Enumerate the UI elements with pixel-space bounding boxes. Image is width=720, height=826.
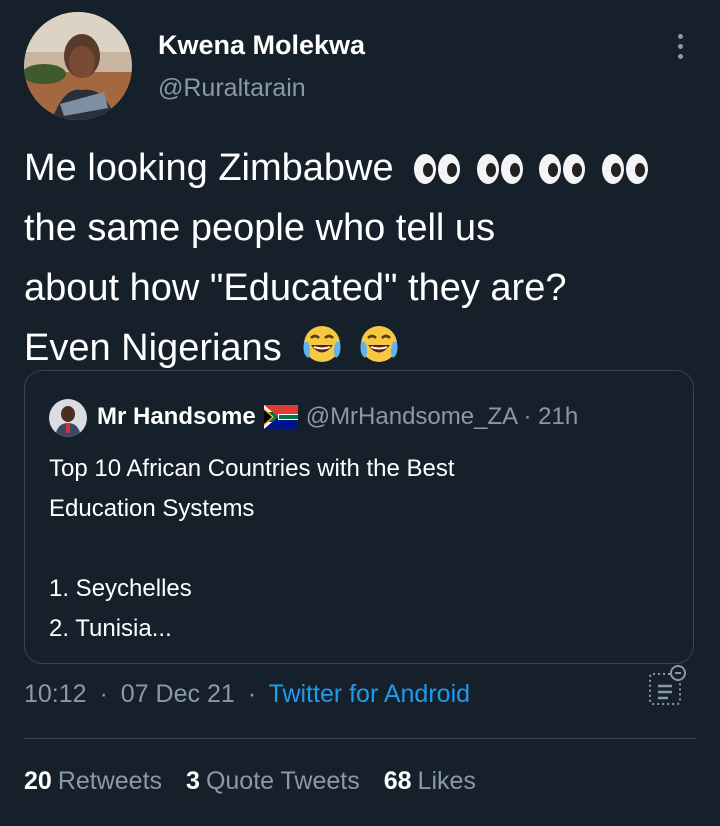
south-africa-flag-icon	[263, 405, 298, 429]
tweet-line-2: the same people who tell us	[24, 207, 496, 249]
eyes-icon	[414, 154, 461, 184]
author-avatar[interactable]	[24, 12, 132, 120]
tweet-source-link[interactable]: Twitter for Android	[269, 680, 470, 708]
stats-divider	[24, 738, 696, 739]
more-options-button[interactable]	[664, 28, 696, 64]
quoted-line-3	[49, 529, 669, 569]
more-dot-icon	[677, 53, 683, 59]
joy-icon	[303, 326, 341, 362]
retweets-label: Retweets	[57, 767, 163, 795]
quote-tweets-stat[interactable]: 3 Quote Tweets	[186, 767, 360, 796]
quote-tweets-count: 3	[186, 767, 200, 795]
tweet-text: Me looking Zimbabwe the same people who …	[24, 138, 704, 378]
quoted-line-5: 2. Tunisia...	[49, 615, 172, 642]
quoted-author-avatar[interactable]	[49, 399, 87, 437]
quoted-line-1: Top 10 African Countries with the Best	[49, 455, 455, 482]
joy-emoji-group	[300, 326, 403, 369]
tweet-date[interactable]: 07 Dec 21	[121, 680, 235, 708]
eyes-icon	[601, 154, 648, 184]
tweet-line-1: Me looking Zimbabwe	[24, 138, 704, 198]
tweet-meta-row: 10:12 · 07 Dec 21 · Twitter for Android	[24, 680, 470, 709]
quoted-author-name[interactable]: Mr Handsome	[97, 403, 256, 431]
quoted-line-4: 1. Seychelles	[49, 575, 192, 602]
meta-separator: ·	[99, 680, 108, 708]
tweet-line-4: Even Nigerians	[24, 318, 704, 378]
tweet-line-3: about how "Educated" they are?	[24, 267, 567, 309]
quoted-author-handle-time: @MrHandsome_ZA · 21h	[305, 403, 579, 430]
joy-icon	[360, 326, 398, 362]
more-dot-icon	[677, 43, 683, 49]
likes-count: 68	[383, 767, 412, 795]
tweet-line-1-text: Me looking Zimbabwe	[24, 147, 394, 189]
retweets-count: 20	[24, 767, 52, 795]
tweet-stats-row: 20 Retweets 3 Quote Tweets 68 Likes	[24, 767, 476, 796]
tweet-time[interactable]: 10:12	[24, 680, 87, 708]
tweet-line-4-text: Even Nigerians	[24, 327, 282, 369]
meta-separator: ·	[247, 680, 257, 708]
quote-tweets-label: Quote Tweets	[205, 767, 360, 795]
tweet-analytics-icon[interactable]	[646, 664, 688, 708]
retweets-stat[interactable]: 20 Retweets	[24, 767, 162, 796]
quoted-tweet-card[interactable]: Mr Handsome @MrHandsome_ZA · 21h Top 10 …	[24, 370, 694, 664]
quoted-line-2: Education Systems	[49, 495, 255, 522]
eyes-emoji-group	[412, 147, 652, 189]
quoted-tweet-body: Top 10 African Countries with the Best E…	[49, 449, 669, 649]
likes-label: Likes	[417, 767, 476, 795]
author-display-name[interactable]: Kwena Molekwa	[158, 30, 365, 61]
eyes-icon	[539, 154, 586, 184]
eyes-icon	[476, 154, 523, 184]
quoted-tweet-header: Mr Handsome @MrHandsome_ZA · 21h	[97, 403, 578, 431]
tweet-detail-page: Kwena Molekwa @Ruraltarain Me looking Zi…	[0, 0, 720, 826]
author-handle[interactable]: @Ruraltarain	[158, 74, 306, 103]
more-dot-icon	[677, 33, 683, 39]
likes-stat[interactable]: 68 Likes	[384, 767, 476, 796]
